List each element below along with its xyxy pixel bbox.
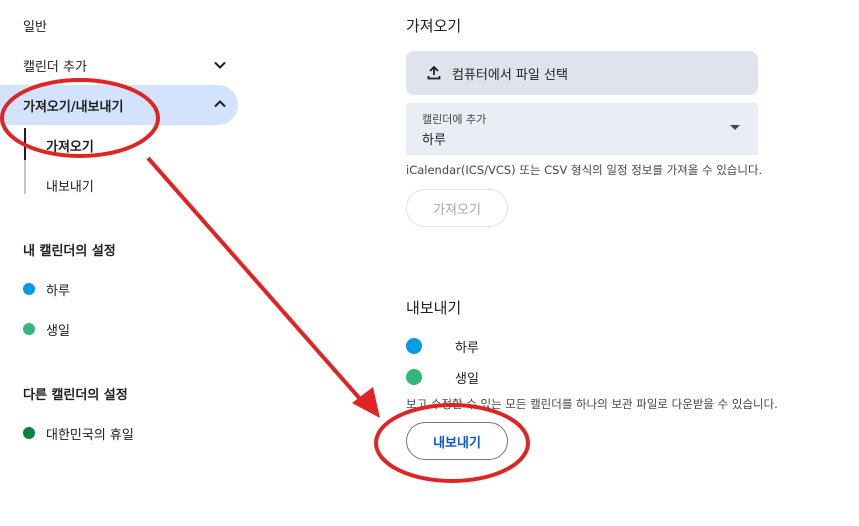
export-button[interactable]: 내보내기: [406, 422, 508, 460]
annotation-arrow-line: [146, 156, 370, 410]
sub-nav-indicator: [24, 128, 26, 160]
select-file-button[interactable]: 컴퓨터에서 파일 선택: [406, 51, 758, 95]
export-calendar-dot: [406, 369, 422, 385]
import-helper-text: iCalendar(ICS/VCS) 또는 CSV 형식의 일정 정보를 가져올…: [406, 163, 763, 177]
sidebar-subitem-export[interactable]: 내보내기: [46, 176, 94, 195]
export-calendar-birthday: 생일: [455, 372, 479, 387]
settings-page: 일반 캘린더 추가 가져오기/내보내기 가져오기 내보내기 내 캘린더의 설정 …: [0, 0, 859, 526]
sidebar-item-add-calendar[interactable]: 캘린더 추가: [23, 56, 87, 75]
sub-nav-line: [24, 160, 26, 194]
other-calendars-heading: 다른 캘린더의 설정: [23, 388, 128, 403]
upload-icon: [427, 65, 441, 80]
my-calendars-heading: 내 캘린더의 설정: [23, 244, 116, 259]
select-value: 하루: [422, 133, 446, 148]
import-button[interactable]: 가져오기: [406, 189, 508, 227]
add-to-calendar-select[interactable]: 캘린더에 추가 하루: [406, 103, 758, 155]
calendar-color-dot: [23, 283, 35, 295]
export-calendar-dot: [406, 338, 422, 354]
export-title: 내보내기: [406, 299, 462, 317]
import-title: 가져오기: [406, 17, 462, 35]
sidebar-item-general[interactable]: 일반: [23, 16, 47, 35]
select-file-label: 컴퓨터에서 파일 선택: [452, 67, 568, 83]
export-helper-text: 보고 수정할 수 있는 모든 캘린더를 하나의 보관 파일로 다운받을 수 있습…: [406, 397, 778, 411]
chevron-down-icon[interactable]: [213, 58, 227, 72]
sidebar-calendar-haru[interactable]: 하루: [46, 280, 70, 299]
dropdown-arrow-icon: [730, 125, 740, 130]
export-calendar-haru: 하루: [455, 341, 479, 356]
calendar-color-dot: [23, 427, 35, 439]
chevron-up-icon[interactable]: [213, 97, 227, 111]
annotation-arrowhead: [352, 387, 380, 418]
calendar-color-dot: [23, 323, 35, 335]
sidebar-subitem-import[interactable]: 가져오기: [46, 136, 94, 155]
sidebar-calendar-birthday[interactable]: 생일: [46, 320, 70, 339]
select-label: 캘린더에 추가: [422, 113, 487, 126]
sidebar-item-import-export-label: 가져오기/내보내기: [23, 100, 124, 115]
sidebar-calendar-holidays[interactable]: 대한민국의 휴일: [46, 424, 134, 443]
